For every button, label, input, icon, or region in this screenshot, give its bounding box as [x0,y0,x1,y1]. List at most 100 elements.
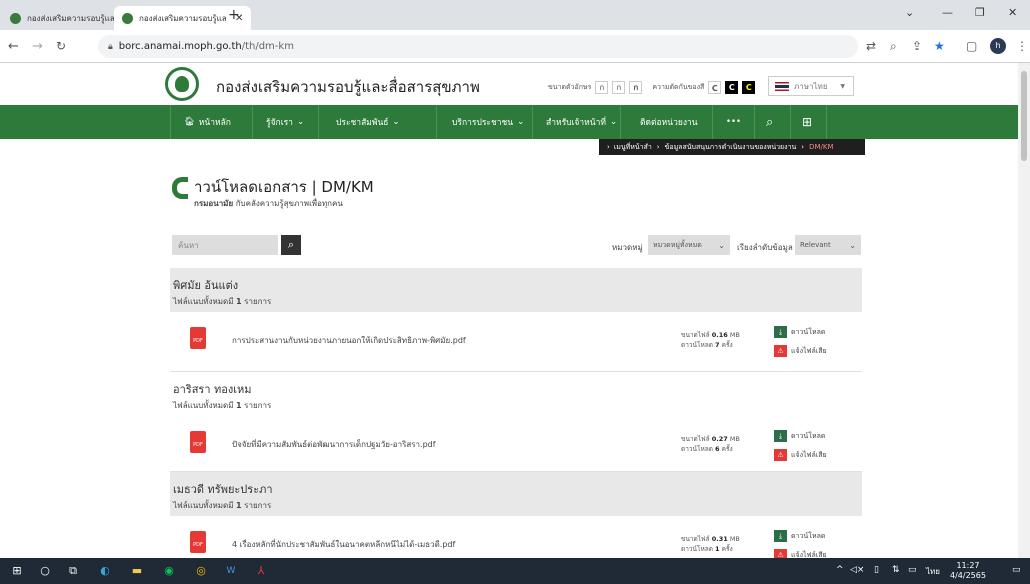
back-icon[interactable]: ← [8,39,19,54]
font-size-medium-button[interactable]: ก [612,81,626,94]
accessibility-controls: ขนาดตัวอักษร ก ก ก ความตัดกันของสี C C C [548,81,756,94]
sort-value: Relevant [800,241,831,249]
minimize-button[interactable]: — [942,6,953,19]
side-panel-icon[interactable]: ▢ [966,39,977,53]
author-group: เมธวดี ทรัพยะประภา ไฟล์แนบทั้งหมดมี 1 รา… [170,472,862,516]
nav-label: ประชาสัมพันธ์ [336,118,389,128]
nav-public-services[interactable]: บริการประชาชน ⌄ [452,105,524,139]
download-button[interactable]: ⤓ ดาวน์โหลด [774,430,825,442]
pdf-file-icon: PDF [190,531,206,553]
action-center-icon[interactable]: ▭ [1012,565,1021,575]
thai-flag-icon [775,81,789,91]
language-value: ภาษาไทย [794,81,828,91]
windows-taskbar: ⊞ ○ ⧉ ◐ ▬ ◉ ◎ W ⅄ ^ ◁× ▯ ⇅ ▭ ไทย 11:27 4… [0,558,1030,584]
bookmark-star-icon[interactable]: ★ [934,39,945,53]
lock-icon: 🔒︎ [108,41,113,52]
search-input[interactable]: ค้นหา [172,235,278,255]
page-scrollbar[interactable] [1018,63,1030,558]
heading-decoration [172,177,188,199]
nav-staff[interactable]: สำหรับเจ้าหน้าที่ ⌄ [546,105,617,139]
contrast-yellow-button[interactable]: C [742,81,756,94]
author-name: เมธวดี ทรัพยะประภา [173,483,273,496]
close-window-button[interactable]: ✕ [1008,6,1017,19]
file-name[interactable]: การประสานงานกับหน่วยงานภายนอกให้เกิดประส… [232,334,466,347]
chrome-icon[interactable]: ◎ [192,562,210,580]
chevron-down-icon: ⌄ [718,240,725,250]
sort-select[interactable]: Relevant ⌄ [795,235,861,255]
nav-pr[interactable]: ประชาสัมพันธ์ ⌄ [336,105,400,139]
reload-icon[interactable]: ↻ [56,39,66,53]
new-tab-button[interactable]: + [228,7,240,23]
author-group: อาริสรา ทองเหม ไฟล์แนบทั้งหมดมี 1 รายการ [170,372,862,416]
acrobat-icon[interactable]: ⅄ [252,562,270,580]
browser-tab-bar: กองส่งเสริมความรอบรู้และสื่อสารสุขภาพ ✕ … [0,0,1030,30]
chevron-down-icon: ⌄ [392,117,400,127]
forward-icon[interactable]: → [32,39,43,54]
network-icon[interactable]: ⇅ [892,565,900,575]
chevron-down-icon: ⌄ [296,117,305,127]
report-broken-button[interactable]: ⚠ แจ้งไฟล์เสีย [774,345,827,357]
scrollbar-thumb[interactable] [1021,71,1027,161]
page-subtitle: กรมอนามัย กับคลังความรู้สุขภาพเพื่อทุกคน [194,197,343,210]
download-icon: ⤓ [774,530,787,542]
profile-avatar[interactable]: h [990,38,1006,54]
download-icon: ⤓ [774,326,787,338]
file-name[interactable]: ปัจจัยที่มีความสัมพันธ์ต่อพัฒนาการเด็กปฐ… [232,438,436,451]
file-count: ไฟล์แนบทั้งหมดมี 1 รายการ [173,501,272,510]
browser-menu-icon[interactable]: ⋮ [1016,39,1028,53]
report-broken-button[interactable]: ⚠ แจ้งไฟล์เสีย [774,549,827,558]
page-title: าวน์โหลดเอกสาร | DM/KM [194,178,374,196]
nav-home[interactable]: 🏠︎ หน้าหลัก [184,105,231,139]
line-app-icon[interactable]: ◉ [160,562,178,580]
download-icon: ⤓ [774,430,787,442]
download-button[interactable]: ⤓ ดาวน์โหลด [774,326,825,338]
volume-icon[interactable]: ◁× [850,565,864,575]
sitemap-icon[interactable]: ⊞ [802,105,812,139]
department-logo[interactable] [165,67,199,101]
breadcrumb-item[interactable]: เมนูที่หน้าสำ [614,142,652,153]
font-size-small-button[interactable]: ก [595,81,609,94]
category-select[interactable]: หมวดหมู่ทั้งหมด ⌄ [648,235,730,255]
category-value: หมวดหมู่ทั้งหมด [653,240,702,249]
translate-icon[interactable]: ⇄ [866,39,876,53]
breadcrumb-current: DM/KM [809,143,834,151]
maximize-button[interactable]: ❐ [975,6,985,19]
chevron-down-icon: ⌄ [609,117,618,127]
file-explorer-icon[interactable]: ▬ [128,562,146,580]
search-button[interactable]: ⌕ [281,235,301,255]
font-size-large-button[interactable]: ก [629,81,643,94]
language-select[interactable]: ภาษาไทย ▼ [768,76,854,96]
warning-icon: ⚠ [774,345,787,357]
download-button[interactable]: ⤓ ดาวน์โหลด [774,530,825,542]
input-language[interactable]: ไทย [926,565,940,578]
main-navigation: 🏠︎ หน้าหลัก รู้จักเรา ⌄ ประชาสัมพันธ์ ⌄ บริ… [0,105,1030,139]
breadcrumb: › เมนูที่หน้าสำ › ข้อมูลสนับสนุนการดำเนิ… [599,139,865,155]
url-bar[interactable]: 🔒︎ borc.anamai.moph.go.th/th/dm-km [98,35,858,58]
search-icon[interactable]: ○ [36,562,54,580]
tray-chevron-icon[interactable]: ^ [836,565,844,575]
share-icon[interactable]: ⇪ [912,39,922,53]
windows-start-icon[interactable]: ⊞ [8,562,26,580]
nav-contact[interactable]: ติดต่อหน่วยงาน [640,105,698,139]
edge-icon[interactable]: ◐ [96,562,114,580]
file-name[interactable]: 4 เรื่องหลักที่นักประชาสัมพันธ์ในอนาคตหล… [232,538,455,551]
tab-search-icon[interactable]: ⌄ [905,6,914,19]
nav-more[interactable]: ••• [726,105,741,139]
task-view-icon[interactable]: ⧉ [64,562,82,580]
nav-label: รู้จักเรา [266,118,293,128]
notification-tray-icon[interactable]: ▭ [908,565,917,575]
site-title[interactable]: กองส่งเสริมความรอบรู้และสื่อสารสุขภาพ [216,75,480,99]
search-icon[interactable]: ⌕ [766,105,773,139]
zoom-icon[interactable]: ⌕ [890,39,897,54]
report-broken-button[interactable]: ⚠ แจ้งไฟล์เสีย [774,449,827,461]
clock[interactable]: 11:27 4/4/2565 [950,561,986,581]
battery-icon[interactable]: ▯ [874,565,879,575]
contrast-dark-button[interactable]: C [725,81,739,94]
author-name: พิศมัย อ้นแต่ง [173,279,239,292]
url-host: borc.anamai.moph.go.th [118,41,242,52]
word-icon[interactable]: W [222,562,240,580]
contrast-normal-button[interactable]: C [708,81,722,94]
clock-date: 4/4/2565 [950,571,986,580]
nav-about[interactable]: รู้จักเรา ⌄ [266,105,304,139]
breadcrumb-item[interactable]: ข้อมูลสนับสนุนการดำเนินงานของหน่วยงาน [665,142,797,153]
